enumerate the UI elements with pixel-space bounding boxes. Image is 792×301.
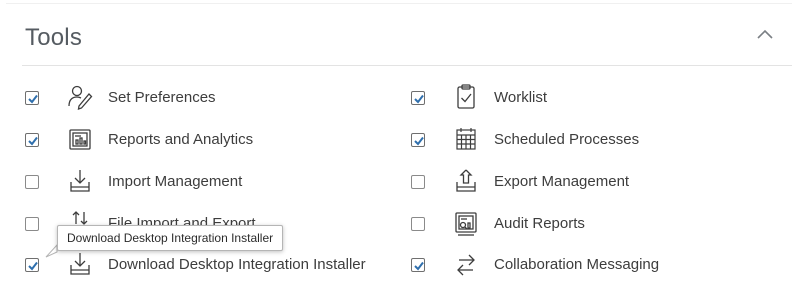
tool-item-scheduled-processes[interactable]: Scheduled Processes [411,126,741,156]
tool-item-audit-reports[interactable]: Audit Reports [411,210,741,240]
tool-item-worklist[interactable]: Worklist [411,84,741,114]
tool-item-collaboration-messaging[interactable]: Collaboration Messaging [411,251,741,281]
tool-label: Audit Reports [494,215,585,232]
collaboration-icon [451,251,481,279]
export-icon [451,168,481,196]
top-divider [6,3,792,4]
header-divider [22,65,792,66]
chevron-up-icon[interactable] [754,26,776,44]
worklist-icon [451,84,481,112]
tool-item-reports-and-analytics[interactable]: Reports and Analytics [25,126,355,156]
audit-reports-icon [451,210,481,238]
panel-title: Tools [25,24,83,51]
reports-and-analytics-checkbox[interactable] [25,133,39,147]
tool-label: Export Management [494,173,630,190]
tool-item-set-preferences[interactable]: Set Preferences [25,84,355,114]
tool-label: Import Management [108,173,243,190]
tool-item-download-desktop-integration-installer[interactable]: Download Desktop Integration Installer [25,251,405,281]
scheduled-processes-checkbox[interactable] [411,133,425,147]
tool-label: Set Preferences [108,89,216,106]
collaboration-messaging-checkbox[interactable] [411,258,425,272]
audit-reports-checkbox[interactable] [411,217,425,231]
tool-item-import-management[interactable]: Import Management [25,168,355,198]
import-management-checkbox[interactable] [25,175,39,189]
tool-label: Collaboration Messaging [494,256,660,273]
tools-panel: Tools Set Preferences Worklist Reports a… [6,0,792,301]
tool-label: Worklist [494,89,548,106]
tool-label: Download Desktop Integration Installer [108,256,366,273]
tool-item-export-management[interactable]: Export Management [411,168,741,198]
export-management-checkbox[interactable] [411,175,425,189]
file-import-export-checkbox[interactable] [25,217,39,231]
tooltip-pointer [45,244,58,258]
set-preferences-icon [65,84,95,112]
download-desktop-integration-checkbox[interactable] [25,258,39,272]
download-icon [65,251,95,279]
tooltip: Download Desktop Integration Installer [57,225,284,251]
tool-label: Scheduled Processes [494,131,640,148]
tool-label: Reports and Analytics [108,131,254,148]
import-icon [65,168,95,196]
set-preferences-checkbox[interactable] [25,91,39,105]
reports-analytics-icon [65,126,95,154]
worklist-checkbox[interactable] [411,91,425,105]
calendar-icon [451,126,481,154]
